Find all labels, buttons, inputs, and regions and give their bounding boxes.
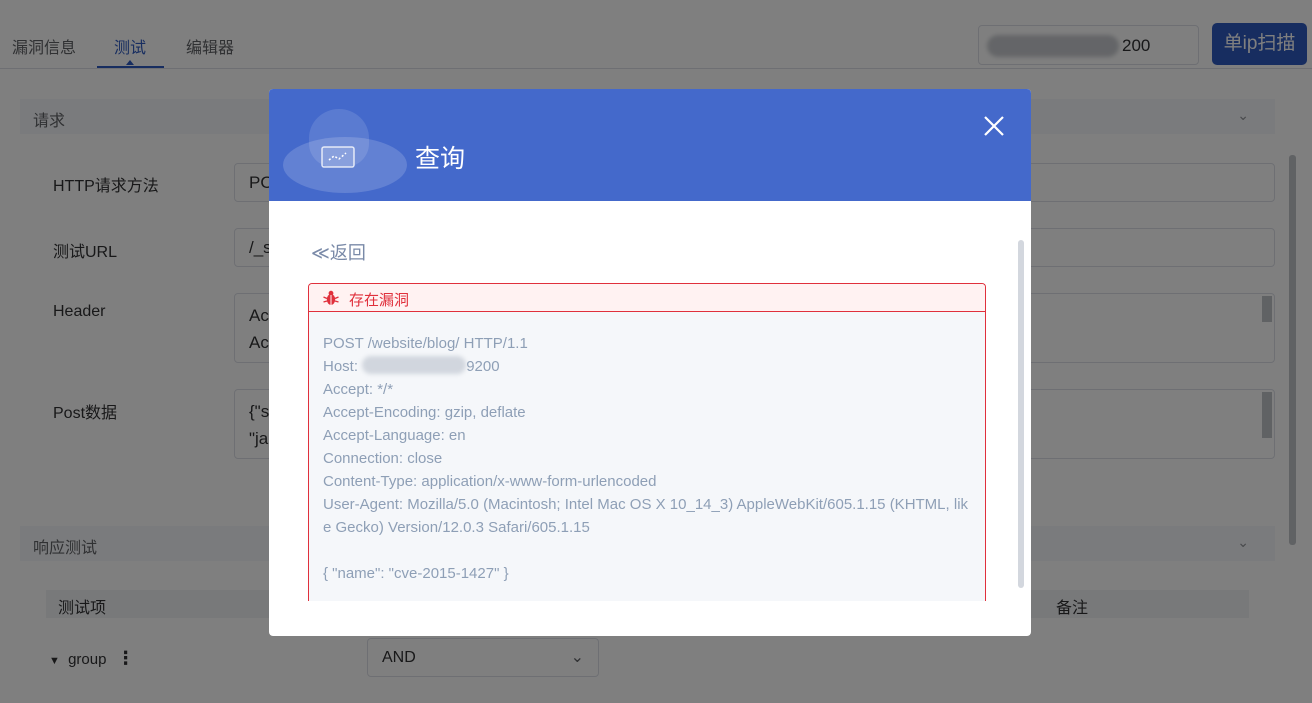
host-label: Host: <box>323 358 359 375</box>
request-host-line: Host: 9200 <box>323 355 973 378</box>
request-line: { "name": "cve-2015-1427" } <box>323 565 509 582</box>
request-line: POST /website/blog/ HTTP/1.1 <box>323 335 528 352</box>
dialog-scrollbar[interactable] <box>1018 240 1024 588</box>
query-dialog: 查询 ≪返回 存在漏洞 POST /website/blog/ HTTP/1.1… <box>269 89 1031 636</box>
dialog-body: ≪返回 存在漏洞 POST /website/blog/ HTTP/1.1 Ho… <box>269 201 1031 636</box>
close-icon[interactable] <box>979 111 1009 141</box>
request-line <box>323 539 973 562</box>
request-line: Accept: */* <box>323 381 394 398</box>
vulnerability-card: 存在漏洞 POST /website/blog/ HTTP/1.1 Host: … <box>308 283 986 601</box>
dialog-title: 查询 <box>415 145 466 173</box>
host-port: 9200 <box>466 358 500 375</box>
host-redacted-blur <box>362 356 467 374</box>
back-link[interactable]: ≪返回 <box>311 239 366 265</box>
request-line: Content-Type: application/x-www-form-url… <box>323 473 657 490</box>
request-line: Accept-Language: en <box>323 427 466 444</box>
request-line: Accept-Encoding: gzip, deflate <box>323 404 526 421</box>
monitor-chart-icon <box>321 146 355 168</box>
dialog-header: 查询 <box>269 89 1031 201</box>
bug-icon <box>323 290 339 305</box>
vulnerability-status: 存在漏洞 <box>349 292 410 309</box>
request-line: User-Agent: Mozilla/5.0 (Macintosh; Inte… <box>323 496 969 536</box>
vulnerability-card-header: 存在漏洞 <box>309 284 985 312</box>
request-line: Connection: close <box>323 450 443 467</box>
request-dump: POST /website/blog/ HTTP/1.1 Host: 9200 … <box>323 332 973 585</box>
